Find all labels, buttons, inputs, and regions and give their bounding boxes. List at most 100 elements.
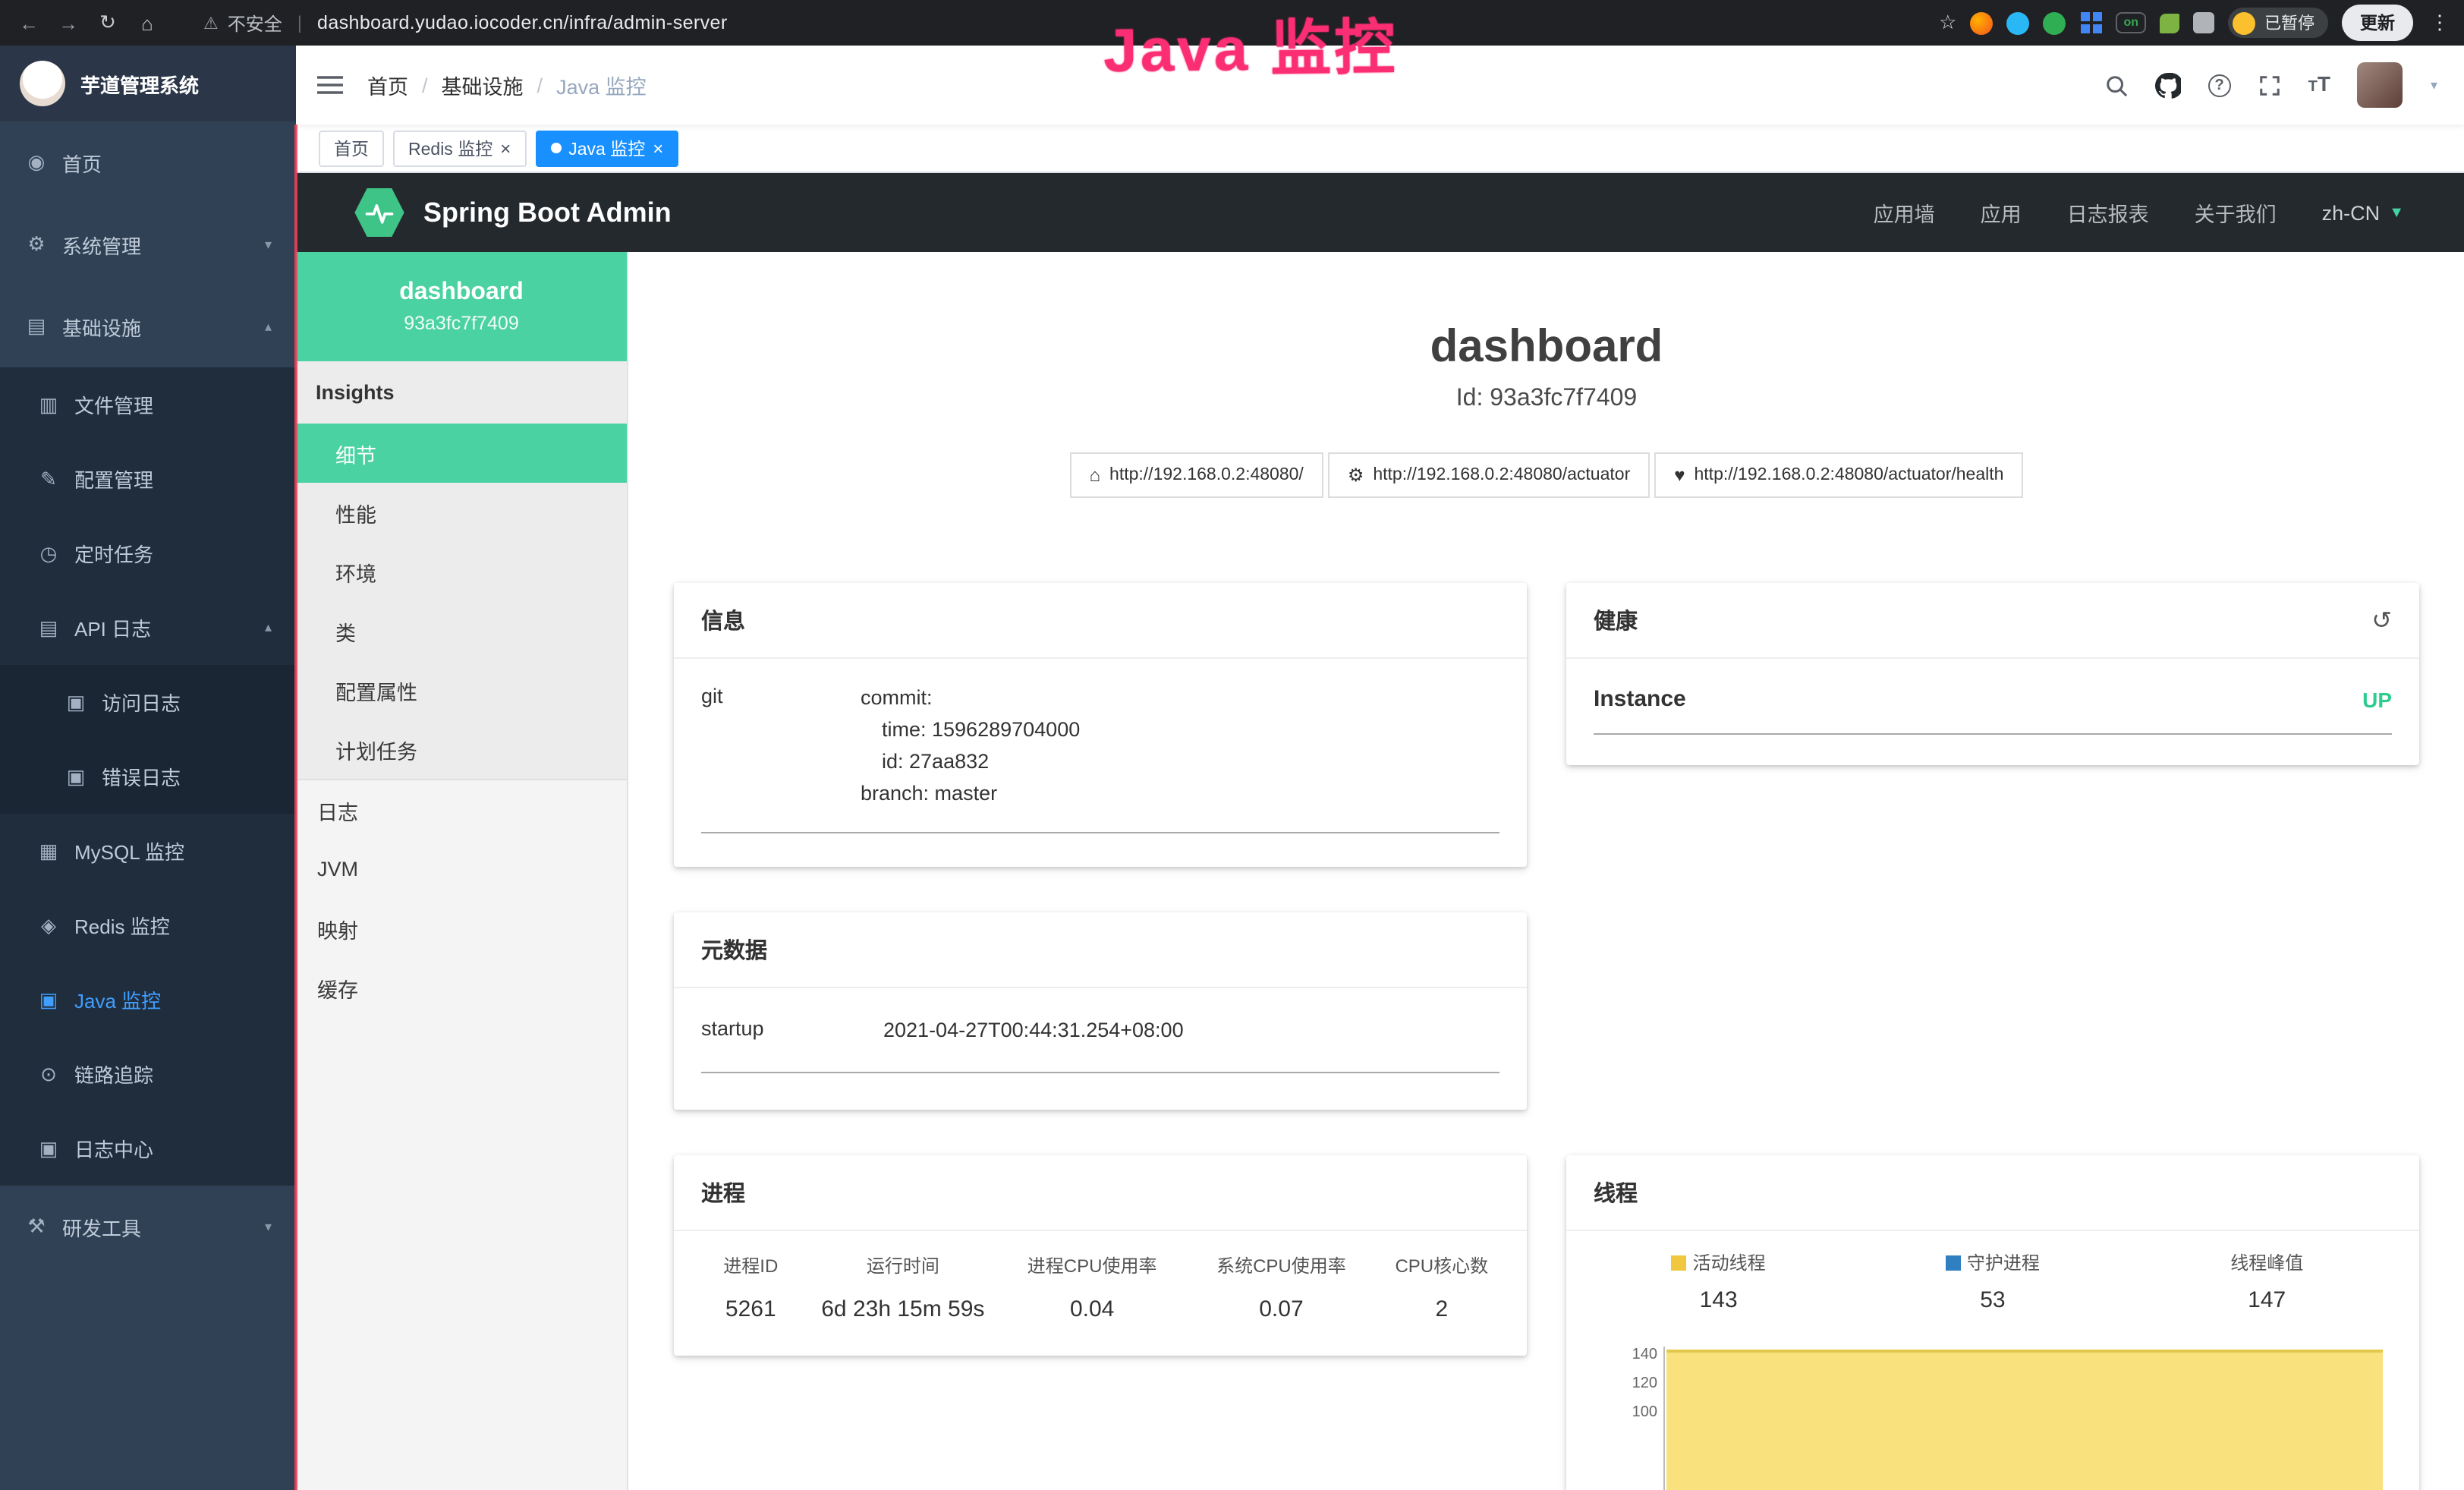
tools-icon: ⚒: [24, 1214, 49, 1239]
hamburger-icon[interactable]: [317, 74, 343, 96]
health-url-link[interactable]: ♥ http://192.168.0.2:48080/actuator/heal…: [1654, 452, 2023, 498]
sidebar-item-system[interactable]: ⚙ 系统管理 ▾: [0, 203, 296, 285]
sidebar-item-redis[interactable]: ◈ Redis 监控: [0, 888, 296, 962]
process-table-values: 5261 6d 23h 15m 59s 0.04 0.07 2: [689, 1296, 1512, 1321]
sidebar-item-mysql[interactable]: ▦ MySQL 监控: [0, 814, 296, 888]
sba-nav-about[interactable]: 关于我们: [2195, 197, 2277, 228]
sidebar-item-java[interactable]: ▣ Java 监控: [0, 962, 296, 1037]
github-icon[interactable]: [2155, 72, 2181, 98]
cards-left-column: 信息 git commit: time: 1596289704000 id: 2…: [674, 583, 1527, 1490]
actuator-url-link[interactable]: ⚙ http://192.168.0.2:48080/actuator: [1328, 452, 1650, 498]
browser-update-button[interactable]: 更新: [2342, 5, 2413, 41]
sba-nav-wallboard[interactable]: 应用墙: [1874, 197, 1935, 228]
locale-selector[interactable]: zh-CN ▼: [2322, 201, 2404, 224]
sidebar-item-file[interactable]: ▥ 文件管理: [0, 367, 296, 442]
security-label[interactable]: 不安全: [228, 10, 282, 36]
sidebar-item-log-center[interactable]: ▣ 日志中心: [0, 1111, 296, 1186]
sba-item-beans[interactable]: 类: [296, 601, 627, 660]
forward-button[interactable]: →: [55, 11, 82, 34]
threads-legend: 活动线程 143 守护进程 53 线程峰值: [1581, 1249, 2404, 1313]
font-size-icon[interactable]: TT: [2308, 71, 2330, 99]
chevron-up-icon: ▴: [265, 619, 272, 636]
sba-nav-menu: 应用墙 应用 日志报表 关于我们 zh-CN ▼: [1874, 197, 2404, 228]
health-instance-label: Instance: [1594, 686, 1686, 712]
close-icon[interactable]: ×: [500, 139, 511, 157]
extension-drop-icon[interactable]: [2006, 11, 2029, 34]
sba-item-caches[interactable]: 缓存: [296, 958, 627, 1017]
user-avatar[interactable]: [2358, 62, 2403, 108]
back-button[interactable]: ←: [15, 11, 42, 34]
info-card-title: 信息: [701, 604, 745, 636]
sba-item-environment[interactable]: 环境: [296, 542, 627, 601]
sba-nav-journal[interactable]: 日志报表: [2067, 197, 2149, 228]
browser-menu-icon[interactable]: ⋮: [2430, 11, 2450, 35]
instance-header[interactable]: dashboard 93a3fc7f7409: [296, 252, 627, 361]
address-bar[interactable]: ⚠ 不安全 | dashboard.yudao.iocoder.cn/infra…: [203, 10, 728, 36]
sidebar-item-trace[interactable]: ⊙ 链路追踪: [0, 1037, 296, 1111]
sidebar-item-infra[interactable]: ▤ 基础设施 ▴: [0, 285, 296, 367]
health-status-badge: UP: [2362, 687, 2392, 711]
help-icon[interactable]: ?: [2208, 74, 2231, 96]
search-icon[interactable]: [2105, 74, 2128, 96]
eye-icon: ⊙: [36, 1062, 61, 1086]
avatar-caret-icon[interactable]: ▾: [2431, 77, 2437, 93]
bookmark-star-icon[interactable]: ☆: [1939, 11, 1956, 35]
sidebar-item-job[interactable]: ◷ 定时任务: [0, 516, 296, 591]
sba-nav-applications[interactable]: 应用: [1981, 197, 2022, 228]
breadcrumb-infra[interactable]: 基础设施: [442, 70, 524, 100]
metadata-card: 元数据 startup 2021-04-27T00:44:31.254+08:0…: [674, 912, 1527, 1109]
extension-green-icon[interactable]: [2043, 11, 2066, 34]
service-url-link[interactable]: ⌂ http://192.168.0.2:48080/: [1070, 452, 1323, 498]
sidebar-item-access-log[interactable]: ▣ 访问日志: [0, 665, 296, 739]
extensions-puzzle-icon[interactable]: [2193, 12, 2214, 33]
sba-item-mappings[interactable]: 映射: [296, 899, 627, 958]
home-icon: ⌂: [1090, 465, 1101, 486]
browser-home-button[interactable]: ⌂: [134, 11, 161, 34]
threads-chart: 140 120 100: [1581, 1334, 2404, 1490]
sba-item-configprops[interactable]: 配置属性: [296, 660, 627, 720]
profile-paused-badge[interactable]: 已暂停: [2228, 8, 2328, 38]
cards-right-column: 健康 ↺ Instance UP: [1566, 583, 2419, 1490]
history-icon[interactable]: ↺: [2371, 605, 2392, 635]
sba-item-loggers[interactable]: 日志: [296, 780, 627, 840]
tab-redis[interactable]: Redis 监控 ×: [393, 130, 526, 166]
sba-brand[interactable]: Spring Boot Admin: [354, 187, 672, 238]
sba-item-jvm[interactable]: JVM: [296, 840, 627, 899]
sidebar-item-home[interactable]: ◉ 首页: [0, 121, 296, 203]
sidebar-item-config[interactable]: ✎ 配置管理: [0, 442, 296, 516]
instance-name: dashboard: [399, 279, 524, 307]
extension-fox-icon[interactable]: [1970, 11, 1993, 34]
sba-item-metrics[interactable]: 性能: [296, 483, 627, 542]
page-title: dashboard: [628, 322, 2464, 373]
sba-sidebar: dashboard 93a3fc7f7409 Insights 细节 性能 环境…: [296, 252, 628, 1490]
instance-links: ⌂ http://192.168.0.2:48080/ ⚙ http://192…: [628, 452, 2464, 498]
app-logo[interactable]: 芋道管理系统: [0, 46, 296, 121]
extension-leaf-icon[interactable]: [2160, 13, 2179, 33]
threads-chart-plot: [1663, 1347, 2404, 1490]
legend-swatch-yellow: [1672, 1255, 1687, 1270]
url-text[interactable]: dashboard.yudao.iocoder.cn/infra/admin-s…: [317, 12, 728, 33]
sba-logo-icon: [354, 187, 405, 238]
app-navbar: 首页 / 基础设施 / Java 监控 ?: [296, 46, 2464, 124]
sidebar-item-api-log[interactable]: ▤ API 日志 ▴: [0, 591, 296, 665]
close-icon[interactable]: ×: [653, 139, 663, 157]
threads-card: 线程 活动线程 143 守护进程: [1566, 1155, 2419, 1490]
tab-home[interactable]: 首页: [319, 130, 384, 166]
info-row-git: git commit: time: 1596289704000 id: 27aa…: [701, 683, 1499, 833]
fullscreen-icon[interactable]: [2258, 74, 2281, 96]
api-log-submenu: ▣ 访问日志 ▣ 错误日志: [0, 665, 296, 814]
extension-grid-icon[interactable]: [2079, 11, 2102, 34]
breadcrumb-home[interactable]: 首页: [367, 70, 408, 100]
paused-label: 已暂停: [2264, 11, 2315, 35]
sba-item-scheduled[interactable]: 计划任务: [296, 720, 627, 779]
reload-button[interactable]: ↻: [94, 11, 121, 35]
info-key: git: [701, 683, 861, 810]
process-table-header: 进程ID 运行时间 进程CPU使用率 系统CPU使用率 CPU核心数: [689, 1252, 1512, 1277]
sidebar-item-error-log[interactable]: ▣ 错误日志: [0, 739, 296, 814]
java-monitor-icon: ▣: [36, 988, 61, 1012]
extension-on-badge[interactable]: on: [2116, 12, 2146, 33]
sidebar-item-devtools[interactable]: ⚒ 研发工具 ▾: [0, 1186, 296, 1268]
navbar-actions: ? TT ▾: [2105, 62, 2437, 108]
tab-java[interactable]: Java 监控 ×: [535, 130, 678, 166]
sba-item-details[interactable]: 细节: [296, 424, 627, 483]
